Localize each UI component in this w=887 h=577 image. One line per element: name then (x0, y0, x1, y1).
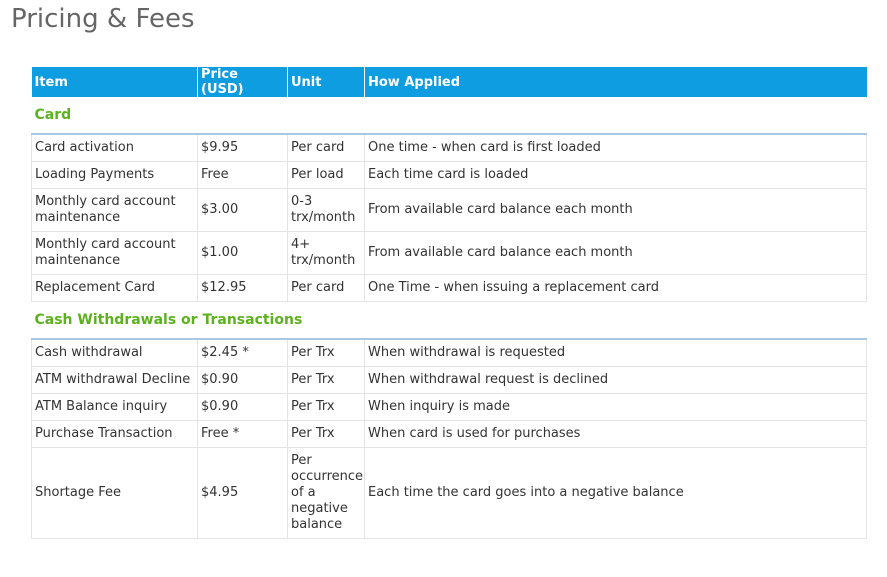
item-cell: Monthly card account maintenance (31, 231, 198, 275)
price-cell: $3.00 (197, 188, 288, 232)
table-row: Monthly card account maintenance $1.00 4… (31, 231, 867, 275)
column-header-price: Price (USD) (197, 67, 288, 97)
price-cell: $9.95 (197, 134, 288, 162)
column-header-unit: Unit (287, 67, 365, 97)
item-cell: ATM withdrawal Decline (31, 366, 198, 394)
how-applied-cell: When withdrawal is requested (364, 339, 867, 367)
unit-cell: Per Trx (287, 339, 365, 367)
table-row: Replacement Card $12.95 Per card One Tim… (31, 274, 867, 302)
pricing-fees-table: Item Price (USD) Unit How Applied Card C… (31, 67, 867, 539)
item-cell: Card activation (31, 134, 198, 162)
item-cell: ATM Balance inquiry (31, 393, 198, 421)
price-cell: $1.00 (197, 231, 288, 275)
unit-cell: Per Trx (287, 420, 365, 448)
price-cell: $2.45 * (197, 339, 288, 367)
section-title: Card (31, 97, 867, 135)
item-cell: Replacement Card (31, 274, 198, 302)
item-cell: Cash withdrawal (31, 339, 198, 367)
section-header-cash-withdrawals: Cash Withdrawals or Transactions (31, 301, 867, 340)
how-applied-cell: When card is used for purchases (364, 420, 867, 448)
how-applied-cell: Each time card is loaded (364, 161, 867, 189)
price-cell: Free (197, 161, 288, 189)
section-title: Cash Withdrawals or Transactions (31, 301, 867, 340)
unit-cell: Per card (287, 134, 365, 162)
unit-cell: Per load (287, 161, 365, 189)
section-header-card: Card (31, 97, 867, 135)
how-applied-cell: One time - when card is first loaded (364, 134, 867, 162)
table-row: Cash withdrawal $2.45 * Per Trx When wit… (31, 339, 867, 367)
table-row: ATM Balance inquiry $0.90 Per Trx When i… (31, 393, 867, 421)
unit-cell: Per card (287, 274, 365, 302)
how-applied-cell: From available card balance each month (364, 231, 867, 275)
page-title: Pricing & Fees (11, 4, 195, 34)
item-cell: Purchase Transaction (31, 420, 198, 448)
unit-cell: 4+ trx/month (287, 231, 365, 275)
table-header: Item Price (USD) Unit How Applied (31, 67, 867, 97)
table-row: Purchase Transaction Free * Per Trx When… (31, 420, 867, 448)
table-row: Card activation $9.95 Per card One time … (31, 134, 867, 162)
how-applied-cell: From available card balance each month (364, 188, 867, 232)
table-row: Monthly card account maintenance $3.00 0… (31, 188, 867, 232)
how-applied-cell: When inquiry is made (364, 393, 867, 421)
how-applied-cell: Each time the card goes into a negative … (364, 447, 867, 539)
unit-cell: Per Trx (287, 366, 365, 394)
column-header-how-applied: How Applied (364, 67, 867, 97)
how-applied-cell: One Time - when issuing a replacement ca… (364, 274, 867, 302)
item-cell: Monthly card account maintenance (31, 188, 198, 232)
price-cell: $12.95 (197, 274, 288, 302)
column-header-item: Item (31, 67, 198, 97)
table-row: ATM withdrawal Decline $0.90 Per Trx Whe… (31, 366, 867, 394)
unit-cell: Per Trx (287, 393, 365, 421)
table-row: Loading Payments Free Per load Each time… (31, 161, 867, 189)
item-cell: Shortage Fee (31, 447, 198, 539)
table-row: Shortage Fee $4.95 Per occurrence of a n… (31, 447, 867, 539)
price-cell: $4.95 (197, 447, 288, 539)
price-cell: $0.90 (197, 366, 288, 394)
unit-cell: 0-3 trx/month (287, 188, 365, 232)
price-cell: Free * (197, 420, 288, 448)
item-cell: Loading Payments (31, 161, 198, 189)
price-cell: $0.90 (197, 393, 288, 421)
unit-cell: Per occurrence of a negative balance (287, 447, 365, 539)
how-applied-cell: When withdrawal request is declined (364, 366, 867, 394)
